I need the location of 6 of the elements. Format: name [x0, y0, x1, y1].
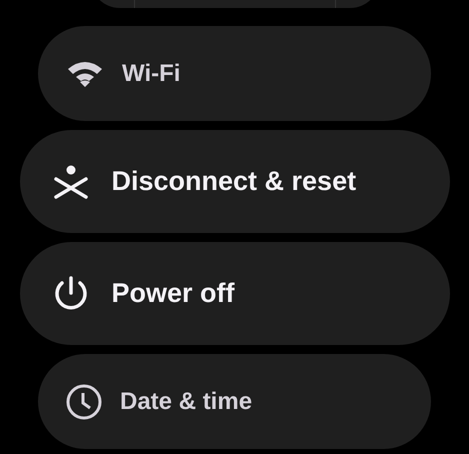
- settings-chip[interactable]: Power off: [20, 242, 450, 345]
- settings-chip[interactable]: Disconnect & reset: [20, 130, 450, 233]
- clock-icon: [66, 384, 102, 420]
- settings-chip[interactable]: Date & time: [38, 354, 431, 449]
- person-disconnect-icon: [52, 162, 90, 200]
- settings-chip[interactable]: Wi-Fi: [38, 26, 431, 121]
